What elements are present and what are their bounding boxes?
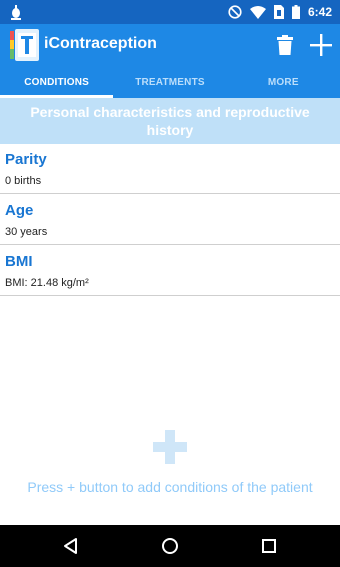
condition-item-bmi[interactable]: BMI BMI: 21.48 kg/m²	[0, 246, 340, 296]
home-icon	[162, 538, 178, 554]
condition-item-age[interactable]: Age 30 years	[0, 195, 340, 245]
condition-item-parity[interactable]: Parity 0 births	[0, 144, 340, 194]
tab-conditions[interactable]: CONDITIONS	[0, 66, 114, 98]
sim-icon	[273, 5, 284, 19]
condition-title: Parity	[5, 151, 47, 168]
app-logo-icon	[10, 29, 39, 61]
navigation-bar	[0, 525, 340, 567]
condition-value: 30 years	[5, 226, 48, 238]
tab-more[interactable]: MORE	[227, 66, 340, 98]
back-icon	[64, 538, 77, 554]
nav-recents-button[interactable]	[258, 535, 280, 557]
app-bar: iContraception	[0, 24, 340, 66]
condition-value: 0 births	[5, 175, 42, 187]
status-bar: 6:42	[0, 0, 340, 24]
empty-state-message: Press + button to add conditions of the …	[27, 479, 313, 495]
status-icons: 6:42	[228, 0, 332, 24]
trash-icon	[277, 35, 293, 55]
add-button[interactable]	[308, 31, 334, 59]
screen: 6:42 iContraception CONDITIONS TREATMENT…	[0, 0, 340, 567]
condition-title: BMI	[5, 253, 33, 270]
tab-treatments[interactable]: TREATMENTS	[113, 66, 226, 98]
do-not-disturb-icon	[228, 5, 242, 19]
recents-icon	[262, 539, 276, 553]
notification-bug-icon	[11, 5, 21, 20]
condition-title: Age	[5, 202, 34, 219]
add-icon	[310, 34, 332, 56]
nav-home-button[interactable]	[159, 535, 181, 557]
condition-value: BMI: 21.48 kg/m²	[5, 277, 89, 289]
tab-bar: CONDITIONS TREATMENTS MORE	[0, 66, 340, 98]
wifi-icon	[249, 5, 266, 19]
battery-icon	[291, 5, 300, 19]
delete-button[interactable]	[274, 32, 296, 58]
app-title: iContraception	[44, 35, 157, 52]
section-header: Personal characteristics and reproductiv…	[0, 98, 340, 144]
nav-back-button[interactable]	[59, 535, 81, 557]
empty-state-plus-icon	[153, 430, 187, 464]
status-time: 6:42	[307, 5, 332, 19]
